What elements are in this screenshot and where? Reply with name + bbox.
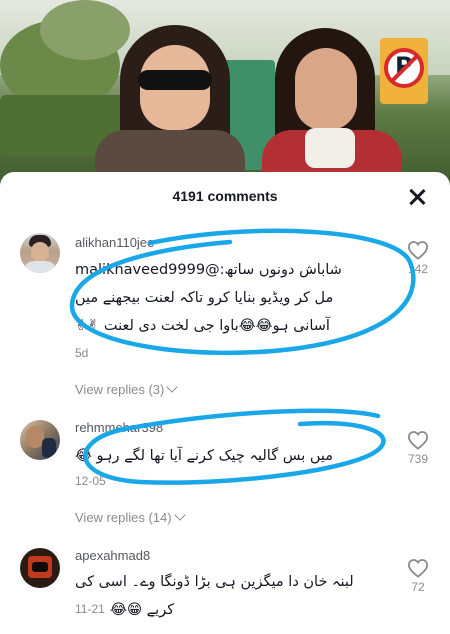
- comment-text: لبنہ خان دا میگزین ہی بڑا ڈونگا وے۔ اسی …: [75, 568, 405, 596]
- comment-line: میں بس گالیہ چیک کرنے آیا تھا لگے رہو 😂: [75, 448, 334, 464]
- like-button[interactable]: 739: [400, 430, 436, 466]
- comments-count-title: 4191 comments: [172, 188, 278, 204]
- comment-line: شاباش دونوں ساتھ:@malikhaveed9999: [75, 262, 342, 278]
- comment-item: rehmmehar398 میں بس گالیہ چیک کرنے آیا ت…: [0, 410, 450, 530]
- view-replies-button[interactable]: View replies (14): [75, 509, 186, 525]
- avatar[interactable]: [20, 548, 60, 588]
- comment-line: کریے 😁😂: [110, 602, 175, 618]
- view-replies-label: View replies (3): [75, 382, 165, 397]
- view-replies-button[interactable]: View replies (3): [75, 381, 179, 397]
- comment-username[interactable]: alikhan110jee: [75, 235, 154, 250]
- view-replies-label: View replies (14): [75, 510, 172, 525]
- sunglasses: [138, 70, 212, 90]
- comment-text: میں بس گالیہ چیک کرنے آیا تھا لگے رہو 😂: [75, 442, 405, 470]
- avatar[interactable]: [20, 420, 60, 460]
- comment-item: alikhan110jee شاباش دونوں ساتھ:@malikhav…: [0, 228, 450, 398]
- video-background: P: [0, 0, 450, 190]
- comment-line: لبنہ خان دا میگزین ہی بڑا ڈونگا وے۔ اسی …: [75, 574, 354, 590]
- comment-text: شاباش دونوں ساتھ:@malikhaveed9999 مل کر …: [75, 256, 405, 340]
- comment-date: 11-21: [75, 602, 105, 616]
- sheet-header: 4191 comments: [0, 172, 450, 224]
- no-parking-sign: P: [380, 38, 428, 104]
- chevron-down-icon: [173, 509, 186, 521]
- comment-username[interactable]: apexahmad8: [75, 548, 150, 563]
- like-count: 142: [407, 262, 429, 276]
- heart-icon: [407, 431, 429, 450]
- like-button[interactable]: 142: [400, 240, 436, 276]
- heart-icon: [407, 559, 429, 578]
- comment-username[interactable]: rehmmehar398: [75, 420, 163, 435]
- avatar[interactable]: [20, 233, 60, 273]
- person-right-scarf: [305, 128, 355, 168]
- heart-icon: [407, 241, 429, 260]
- comment-line: مل کر ویڈیو بنایا کرو تاکہ لعنت بیجھنے م…: [75, 290, 334, 306]
- comment-date: 5d: [75, 346, 89, 360]
- like-button[interactable]: 72: [400, 558, 436, 594]
- comment-item: apexahmad8 لبنہ خان دا میگزین ہی بڑا ڈون…: [0, 542, 450, 634]
- comment-date: 12-05: [75, 474, 106, 488]
- like-count: 72: [411, 580, 425, 594]
- chevron-down-icon: [166, 381, 179, 393]
- comment-text-continued: کریے 😁😂: [110, 596, 200, 624]
- comments-sheet: 4191 comments alikhan110jee شاباش دونوں …: [0, 172, 450, 634]
- person-right-face: [295, 48, 357, 130]
- tree: [40, 0, 130, 60]
- comment-line: آسانی ہو😂😂باوا جی لخت دی لعنت ✌✌: [75, 318, 330, 334]
- close-icon[interactable]: [406, 186, 428, 208]
- like-count: 739: [407, 452, 429, 466]
